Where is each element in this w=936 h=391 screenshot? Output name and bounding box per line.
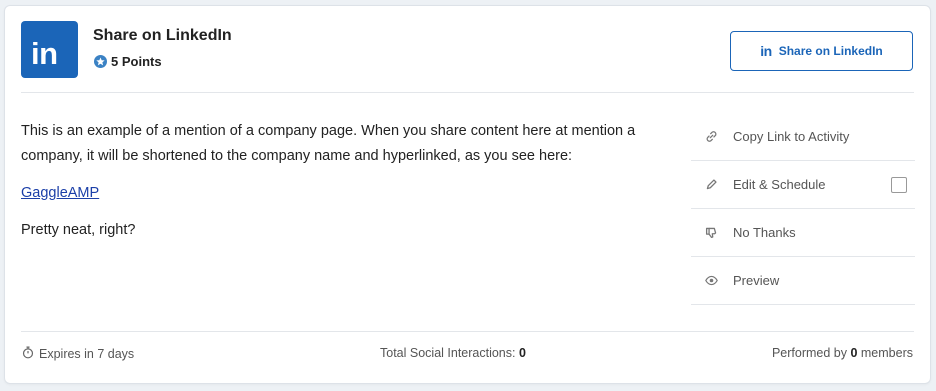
post-content: This is an example of a mention of a com… <box>21 119 681 255</box>
header-divider <box>21 92 914 93</box>
link-icon <box>704 130 718 143</box>
preview-action[interactable]: Preview <box>691 257 915 305</box>
preview-label: Preview <box>733 273 780 288</box>
linkedin-icon: in <box>760 43 772 59</box>
linkedin-logo-icon: in <box>21 21 78 78</box>
edit-schedule-label: Edit & Schedule <box>733 177 826 192</box>
content-paragraph: This is an example of a mention of a com… <box>21 123 636 164</box>
company-mention-link[interactable]: GaggleAMP <box>21 185 99 201</box>
linkedin-logo-text: in <box>31 36 58 71</box>
performed-by: Performed by 0 members <box>772 346 913 360</box>
performed-prefix: Performed by <box>771 346 851 360</box>
pencil-icon <box>704 178 718 191</box>
share-on-linkedin-button[interactable]: in Share on LinkedIn <box>730 31 913 71</box>
points-label: 5 Points <box>111 54 162 69</box>
card-title: Share on LinkedIn <box>93 27 232 44</box>
share-button-label: Share on LinkedIn <box>778 44 883 58</box>
action-list: Copy Link to Activity Edit & Schedule No… <box>691 113 915 305</box>
eye-icon <box>704 274 718 287</box>
card-header: in Share on LinkedIn 5 Points in Share o… <box>5 6 930 92</box>
edit-schedule-checkbox[interactable] <box>891 177 907 193</box>
edit-schedule-action[interactable]: Edit & Schedule <box>691 161 915 209</box>
performed-suffix: members <box>857 346 913 360</box>
interactions-label: Total Social Interactions: <box>380 346 519 360</box>
copy-link-label: Copy Link to Activity <box>733 129 850 144</box>
activity-card: in Share on LinkedIn 5 Points in Share o… <box>4 5 931 384</box>
points-badge: 5 Points <box>94 54 162 69</box>
content-paragraph: Pretty neat, right? <box>21 222 136 238</box>
thumbs-down-icon <box>704 226 718 239</box>
no-thanks-label: No Thanks <box>733 225 796 240</box>
copy-link-action[interactable]: Copy Link to Activity <box>691 113 915 161</box>
footer-divider <box>21 331 914 332</box>
points-star-icon <box>94 55 107 68</box>
no-thanks-action[interactable]: No Thanks <box>691 209 915 257</box>
stopwatch-icon <box>22 346 34 362</box>
total-interactions: Total Social Interactions: 0 <box>380 346 526 360</box>
interactions-count: 0 <box>518 346 526 360</box>
expires-label: Expires in 7 days <box>39 347 135 361</box>
expires-info: Expires in 7 days <box>22 346 134 362</box>
